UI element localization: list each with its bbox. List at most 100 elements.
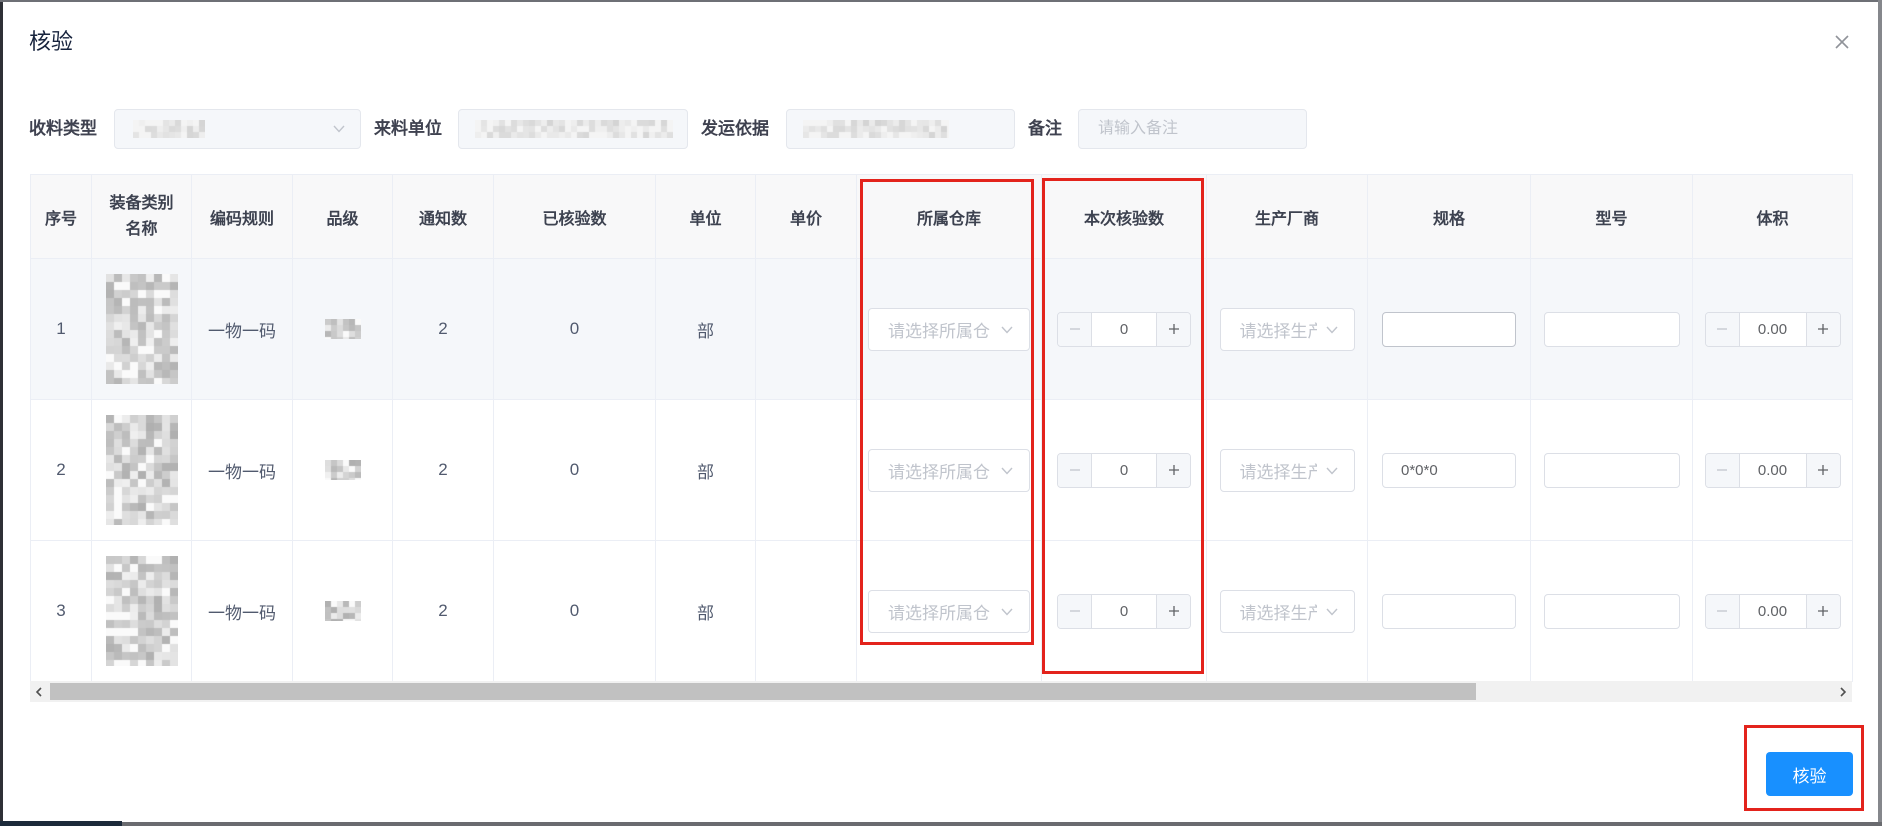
verify-qty-input[interactable] <box>1092 594 1156 628</box>
volume-stepper[interactable] <box>1704 452 1841 488</box>
cell-code-rule: 一物一码 <box>191 399 293 541</box>
close-icon[interactable] <box>1833 33 1851 51</box>
table-header: 序号 装备类别名称 编码规则 品级 通知数 已核验数 单位 单价 所属仓库 本次… <box>30 174 1853 259</box>
manufacturer-select[interactable]: 请选择生产 <box>1219 589 1355 633</box>
cell-verified-count: 0 <box>493 399 656 541</box>
decrease-button[interactable] <box>1705 453 1740 487</box>
cell-unit: 部 <box>655 540 756 682</box>
column-header-notice-count: 通知数 <box>392 174 494 259</box>
column-header-verify-qty: 本次核验数 <box>1041 174 1207 259</box>
table-row: 2 一物一码 2 0 部 请选择所属仓 0 请选择生产 0*0*0 0.00 <box>30 399 1853 541</box>
decrease-button[interactable] <box>1058 312 1092 346</box>
backdrop-sidebar-edge <box>0 821 122 826</box>
volume-input[interactable] <box>1739 594 1806 628</box>
chevron-left-icon[interactable] <box>35 687 43 697</box>
remark-input[interactable] <box>1079 110 1306 148</box>
increase-button[interactable] <box>1156 594 1190 628</box>
shipping-basis-field[interactable] <box>786 109 1015 149</box>
cell-manufacturer: 请选择生产 <box>1206 540 1368 682</box>
plus-icon <box>1168 324 1179 334</box>
column-header-unit-price: 单价 <box>755 174 857 259</box>
cell-equipment-name <box>91 258 192 400</box>
verify-submit-button[interactable]: 核验 <box>1766 752 1853 796</box>
decrease-button[interactable] <box>1058 453 1092 487</box>
remark-field[interactable] <box>1078 109 1307 149</box>
volume-input[interactable] <box>1739 453 1806 487</box>
cell-verified-count: 0 <box>493 258 656 400</box>
cell-notice-count: 2 <box>392 540 494 682</box>
volume-stepper[interactable] <box>1704 311 1841 347</box>
manufacturer-select[interactable]: 请选择生产 <box>1219 307 1355 351</box>
warehouse-placeholder: 请选择所属仓 <box>888 462 990 482</box>
receive-type-select[interactable] <box>114 109 361 149</box>
cell-verify-qty <box>1041 258 1207 400</box>
decrease-button[interactable] <box>1705 594 1740 628</box>
column-header-volume: 体积 <box>1692 174 1853 259</box>
cell-index: 2 <box>30 399 92 541</box>
minus-icon <box>1069 469 1080 471</box>
plus-icon <box>1168 606 1179 616</box>
verify-qty-stepper[interactable] <box>1057 311 1191 347</box>
decrease-button[interactable] <box>1705 312 1740 346</box>
backdrop-edge-right <box>1878 0 1882 826</box>
cell-grade <box>292 399 393 541</box>
redacted-equipment-name <box>105 415 178 525</box>
cell-verify-qty <box>1041 540 1207 682</box>
column-header-unit: 单位 <box>655 174 756 259</box>
verify-qty-input[interactable] <box>1092 312 1156 346</box>
cell-notice-count: 2 <box>392 399 494 541</box>
chevron-down-icon <box>333 125 345 133</box>
plus-icon <box>1168 465 1179 475</box>
warehouse-select[interactable]: 请选择所属仓 <box>868 589 1030 633</box>
column-header-label: 装备类别名称 <box>109 194 174 238</box>
cell-index: 1 <box>30 258 92 400</box>
increase-button[interactable] <box>1805 453 1840 487</box>
increase-button[interactable] <box>1156 453 1190 487</box>
cell-unit: 部 <box>655 399 756 541</box>
cell-model <box>1530 258 1693 400</box>
model-input[interactable] <box>1543 311 1680 347</box>
cell-unit: 部 <box>655 258 756 400</box>
chevron-right-icon[interactable] <box>1839 687 1847 697</box>
column-header-grade: 品级 <box>292 174 393 259</box>
decrease-button[interactable] <box>1058 594 1092 628</box>
cell-grade <box>292 540 393 682</box>
spec-input[interactable] <box>1382 452 1516 488</box>
spec-input[interactable] <box>1382 311 1516 347</box>
increase-button[interactable] <box>1805 312 1840 346</box>
warehouse-select[interactable]: 请选择所属仓 <box>868 307 1030 351</box>
column-header-equipment-name: 装备类别名称 <box>91 174 192 259</box>
scrollbar-thumb[interactable] <box>50 683 1476 700</box>
increase-button[interactable] <box>1805 594 1840 628</box>
chevron-down-icon <box>1325 326 1338 334</box>
volume-input[interactable] <box>1739 312 1806 346</box>
plus-icon <box>1818 465 1828 475</box>
warehouse-select[interactable]: 请选择所属仓 <box>868 448 1030 492</box>
chevron-down-icon <box>1325 467 1338 475</box>
verify-qty-input[interactable] <box>1092 453 1156 487</box>
backdrop-edge-bottom <box>0 822 1882 826</box>
column-header-spec: 规格 <box>1367 174 1531 259</box>
redacted-value <box>803 120 949 138</box>
table-row: 3 一物一码 2 0 部 请选择所属仓 0 请选择生产 0.00 <box>30 540 1853 682</box>
manufacturer-select[interactable]: 请选择生产 <box>1219 448 1355 492</box>
verify-qty-stepper[interactable] <box>1057 593 1191 629</box>
table-horizontal-scrollbar[interactable] <box>30 681 1852 702</box>
cell-verify-qty <box>1041 399 1207 541</box>
cell-spec <box>1367 399 1531 541</box>
column-header-model: 型号 <box>1530 174 1693 259</box>
source-unit-field[interactable] <box>458 109 688 149</box>
increase-button[interactable] <box>1156 312 1190 346</box>
volume-stepper[interactable] <box>1704 593 1841 629</box>
model-input[interactable] <box>1543 452 1680 488</box>
spec-input[interactable] <box>1382 593 1516 629</box>
verify-qty-stepper[interactable] <box>1057 452 1191 488</box>
receive-type-label: 收料类型 <box>29 119 97 138</box>
model-input[interactable] <box>1543 593 1680 629</box>
dialog-title: 核验 <box>29 29 74 54</box>
column-header-manufacturer: 生产厂商 <box>1206 174 1368 259</box>
chevron-down-icon <box>1001 326 1013 334</box>
verification-table: 序号 装备类别名称 编码规则 品级 通知数 已核验数 单位 单价 所属仓库 本次… <box>30 174 1853 682</box>
cell-manufacturer: 请选择生产 <box>1206 399 1368 541</box>
manufacturer-placeholder: 请选择生产 <box>1239 603 1317 623</box>
